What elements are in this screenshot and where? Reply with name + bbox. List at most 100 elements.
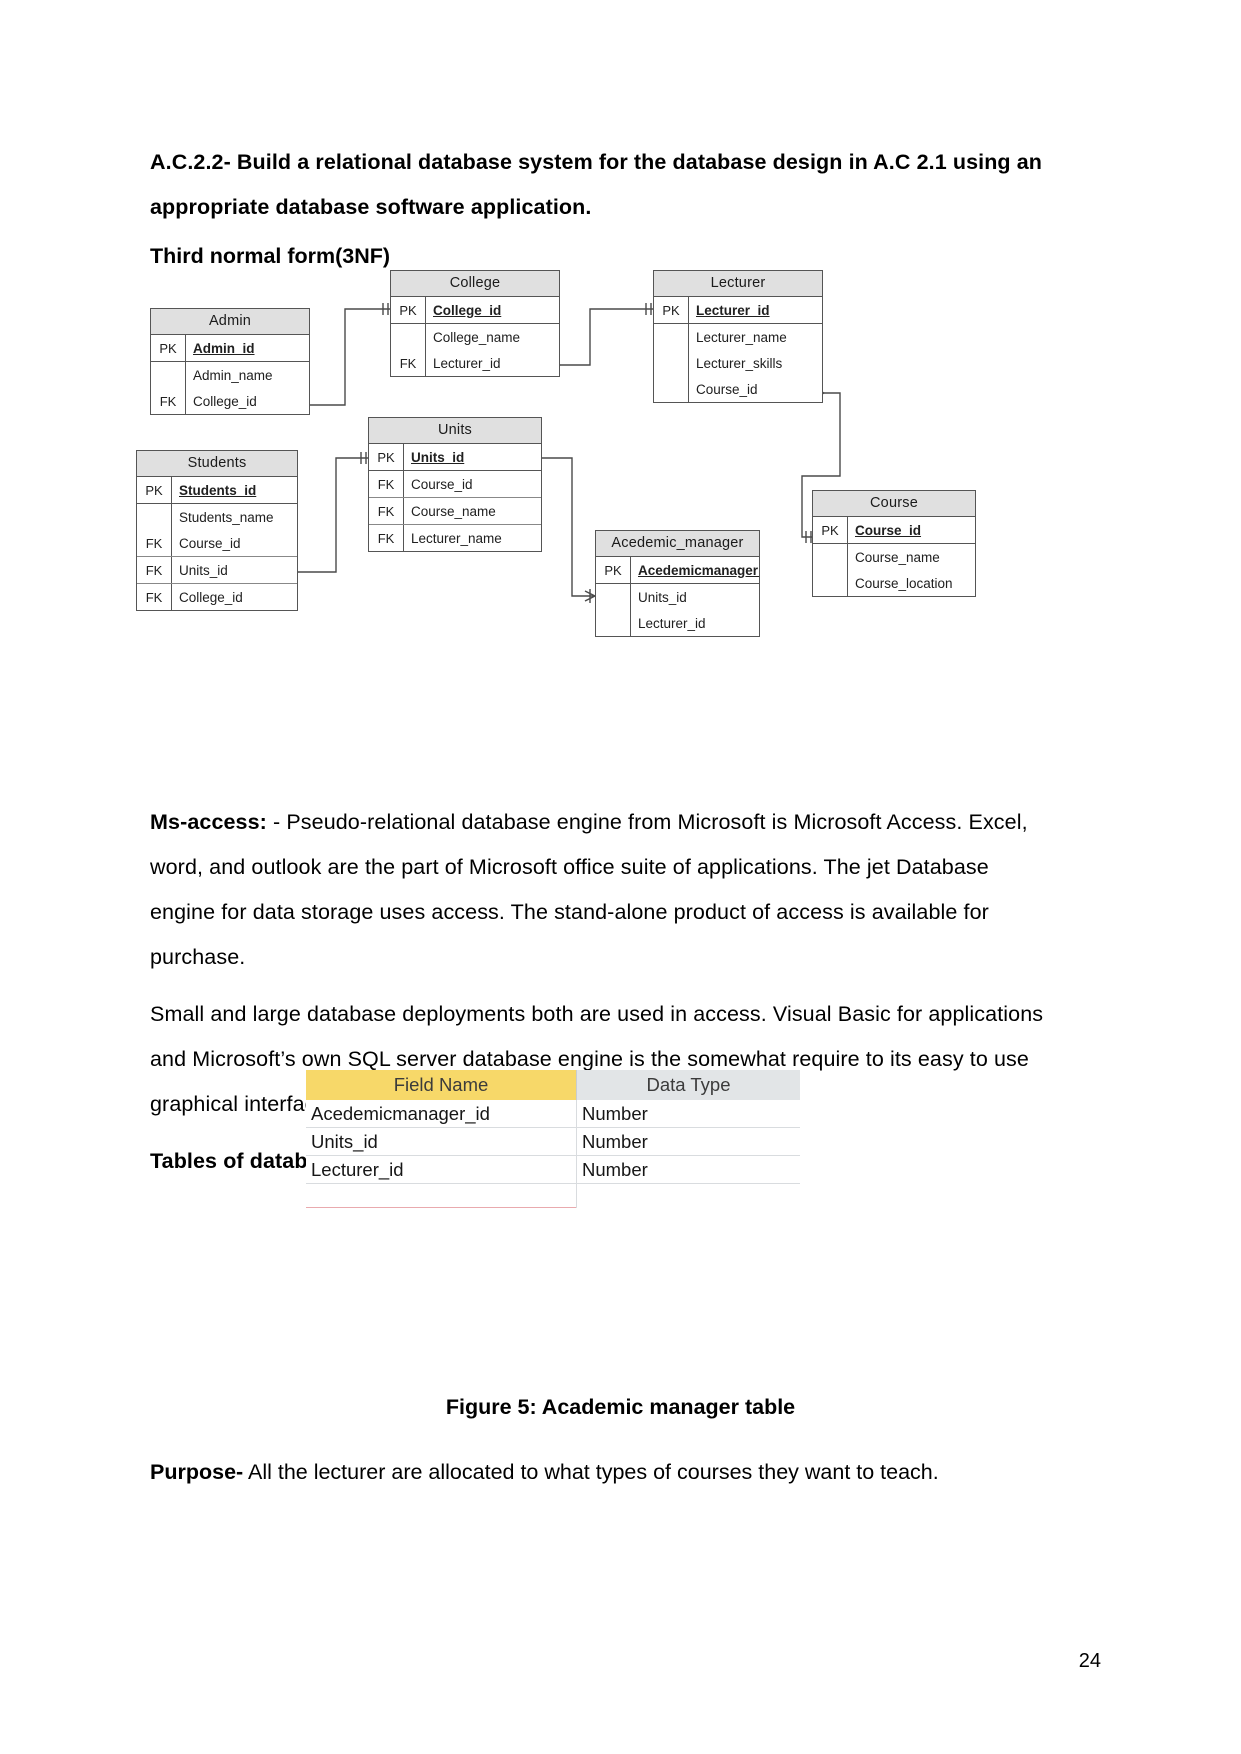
erd-field: College_id bbox=[171, 584, 297, 610]
erd-table-acedemic-manager: Acedemic_manager PK Acedemicmanager_id U… bbox=[595, 530, 760, 637]
cell-field-name: Acedemicmanager_id bbox=[311, 1102, 490, 1124]
erd-row: PK Lecturer_id bbox=[654, 297, 822, 324]
erd-field: College_name bbox=[425, 324, 559, 350]
erd-row: PK Units_id bbox=[369, 444, 541, 471]
erd-row: Lecturer_name bbox=[654, 324, 822, 350]
paragraph-ms-access: Ms-access: - Pseudo-relational database … bbox=[150, 800, 1055, 980]
erd-field: Admin_name bbox=[185, 362, 309, 388]
cell-field-name: Lecturer_id bbox=[311, 1158, 404, 1180]
erd-key: PK bbox=[145, 482, 163, 498]
erd-row: Units_id bbox=[596, 584, 759, 610]
erd-field: Lecturer_name bbox=[688, 324, 822, 350]
erd-table-title: College bbox=[391, 271, 559, 297]
erd-key: PK bbox=[377, 449, 395, 465]
erd-key: FK bbox=[145, 535, 163, 551]
erd-key: FK bbox=[377, 476, 395, 492]
erd-table-lecturer: Lecturer PK Lecturer_id Lecturer_name Le… bbox=[653, 270, 823, 403]
erd-table-title: Course bbox=[813, 491, 975, 517]
page-number: 24 bbox=[1078, 1650, 1101, 1672]
erd-table-students: Students PK Students_id Students_name FK… bbox=[136, 450, 298, 611]
erd-key bbox=[654, 324, 688, 350]
erd-field: Admin_id bbox=[185, 335, 309, 361]
erd-field: Students_name bbox=[171, 504, 297, 530]
erd-field: College_id bbox=[425, 297, 559, 323]
document-body-top: A.C.2.2- Build a relational database sys… bbox=[150, 140, 1050, 279]
erd-field: Units_id bbox=[171, 557, 297, 583]
erd-field: Course_id bbox=[688, 376, 822, 402]
erd-key bbox=[137, 504, 171, 530]
erd-row: FK Lecturer_name bbox=[369, 525, 541, 551]
erd-field: Lecturer_id bbox=[630, 610, 759, 636]
erd-row: PK Students_id bbox=[137, 477, 297, 504]
erd-key bbox=[654, 376, 688, 402]
erd-field: Acedemicmanager_id bbox=[630, 557, 759, 583]
erd-row: FK Course_id bbox=[137, 530, 297, 557]
erd-field: Students_id bbox=[171, 477, 297, 503]
erd-field: Lecturer_skills bbox=[688, 350, 822, 376]
erd-row: FK Course_id bbox=[369, 471, 541, 498]
cell-field-name-empty bbox=[306, 1184, 576, 1208]
erd-key bbox=[391, 324, 425, 350]
erd-key bbox=[813, 544, 847, 570]
erd-row: Students_name bbox=[137, 504, 297, 530]
cell-data-type-empty bbox=[576, 1184, 800, 1208]
cell-data-type: Number bbox=[576, 1100, 800, 1127]
erd-row: Lecturer_skills bbox=[654, 350, 822, 376]
purpose-text: All the lecturer are allocated to what t… bbox=[243, 1460, 939, 1484]
erd-key: FK bbox=[377, 503, 395, 519]
erd-table-title: Lecturer bbox=[654, 271, 822, 297]
document-page: A.C.2.2- Build a relational database sys… bbox=[0, 0, 1241, 1754]
erd-table-title: Acedemic_manager bbox=[596, 531, 759, 557]
page-title: A.C.2.2- Build a relational database sys… bbox=[150, 150, 1043, 219]
erd-row: FK College_id bbox=[137, 584, 297, 610]
column-header-field-name: Field Name bbox=[306, 1070, 576, 1100]
erd-row: College_name bbox=[391, 324, 559, 350]
erd-table-title: Students bbox=[137, 451, 297, 477]
er-diagram: Admin PK Admin_id Admin_name FK College_… bbox=[136, 262, 1100, 652]
erd-row: PK Admin_id bbox=[151, 335, 309, 362]
erd-key: FK bbox=[377, 530, 395, 546]
erd-table-title: Admin bbox=[151, 309, 309, 335]
paragraph-lead: Ms-access: bbox=[150, 810, 267, 834]
table-row: Units_id Number bbox=[306, 1128, 800, 1156]
erd-field: Course_location bbox=[847, 570, 975, 596]
erd-key bbox=[813, 570, 847, 596]
erd-key: PK bbox=[399, 302, 417, 318]
erd-key bbox=[151, 362, 185, 388]
erd-field: Units_id bbox=[403, 444, 541, 470]
erd-key: FK bbox=[145, 589, 163, 605]
erd-row: PK Acedemicmanager_id bbox=[596, 557, 759, 584]
erd-row: Course_id bbox=[654, 376, 822, 402]
erd-key bbox=[596, 610, 630, 636]
erd-key: FK bbox=[145, 562, 163, 578]
cell-field-name: Units_id bbox=[311, 1130, 378, 1152]
erd-row: FK College_id bbox=[151, 388, 309, 414]
erd-table-college: College PK College_id College_name FK Le… bbox=[390, 270, 560, 377]
erd-row: Admin_name bbox=[151, 362, 309, 388]
erd-row: Lecturer_id bbox=[596, 610, 759, 636]
erd-field: Lecturer_id bbox=[425, 350, 559, 376]
erd-key bbox=[596, 584, 630, 610]
erd-key: FK bbox=[399, 355, 417, 371]
erd-row: FK Lecturer_id bbox=[391, 350, 559, 376]
erd-table-units: Units PK Units_id FK Course_id FK Course… bbox=[368, 417, 542, 552]
erd-row: FK Units_id bbox=[137, 557, 297, 584]
erd-field: Lecturer_name bbox=[403, 525, 541, 551]
erd-row: PK Course_id bbox=[813, 517, 975, 544]
erd-table-title: Units bbox=[369, 418, 541, 444]
access-table-header-row: Field Name Data Type bbox=[306, 1070, 800, 1100]
cell-data-type: Number bbox=[576, 1156, 800, 1183]
erd-field: Course_name bbox=[847, 544, 975, 570]
erd-row: FK Course_name bbox=[369, 498, 541, 525]
cell-data-type: Number bbox=[576, 1128, 800, 1155]
table-row-empty bbox=[306, 1184, 800, 1208]
erd-table-admin: Admin PK Admin_id Admin_name FK College_… bbox=[150, 308, 310, 415]
erd-row: Course_name bbox=[813, 544, 975, 570]
erd-row: PK College_id bbox=[391, 297, 559, 324]
erd-field: Course_id bbox=[403, 471, 541, 497]
column-header-data-type: Data Type bbox=[576, 1070, 800, 1100]
erd-key: FK bbox=[159, 393, 177, 409]
erd-field: Units_id bbox=[630, 584, 759, 610]
erd-field: Course_id bbox=[847, 517, 975, 543]
erd-key: PK bbox=[662, 302, 680, 318]
